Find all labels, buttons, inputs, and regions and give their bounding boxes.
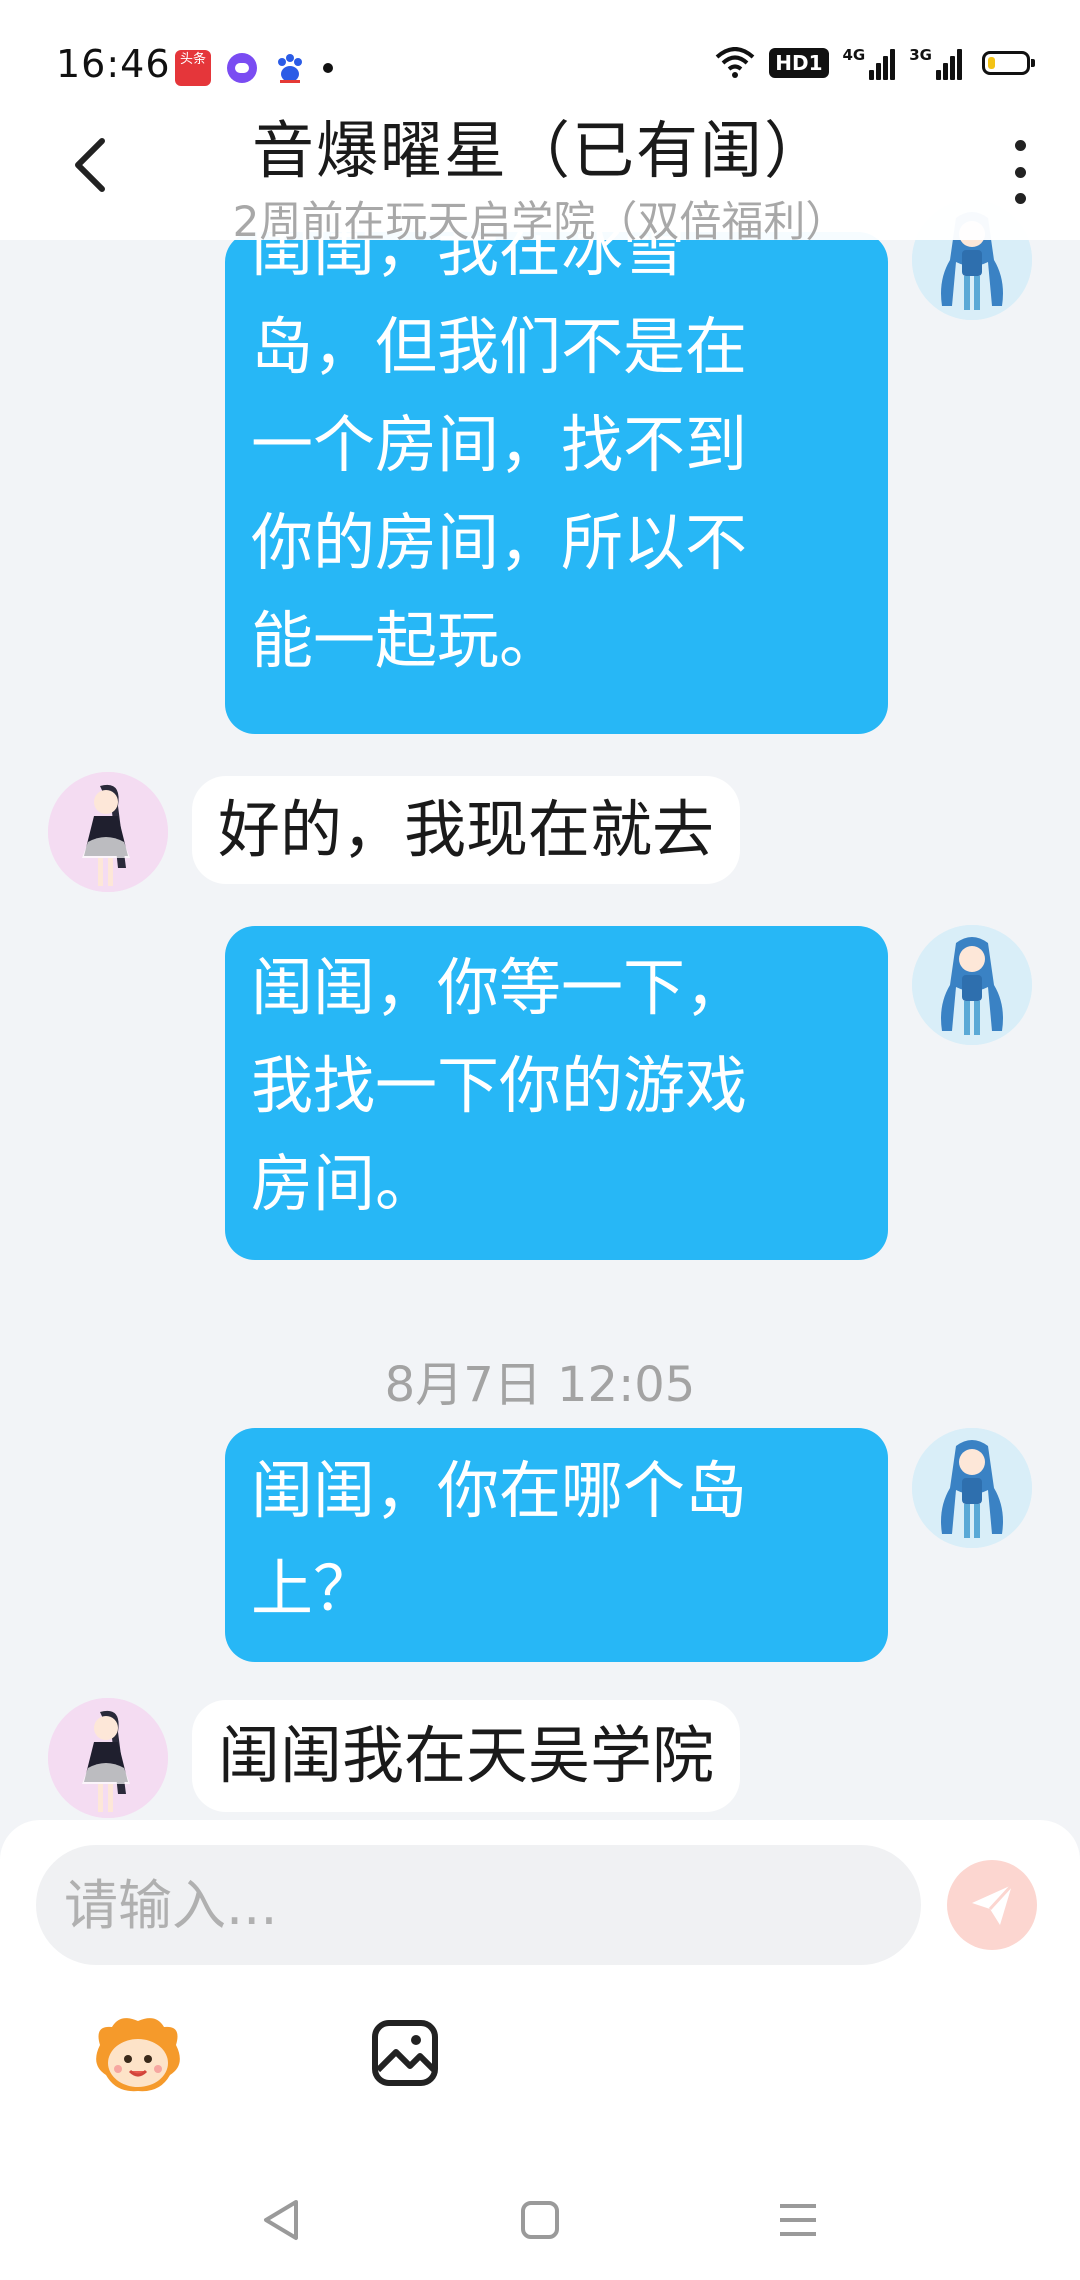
my-avatar[interactable] <box>912 1428 1032 1548</box>
chat-header: 音爆曜星（已有闺） 2周前在玩天启学院（双倍福利） <box>0 90 1080 246</box>
triangle-back-icon <box>264 2200 298 2240</box>
signal-3g-icon: 3G <box>909 46 962 80</box>
message-bubble-incoming[interactable]: 好的，我现在就去 <box>192 776 741 884</box>
nav-back-button[interactable] <box>250 2190 310 2250</box>
wifi-icon <box>715 47 755 78</box>
my-avatar[interactable] <box>912 925 1032 1045</box>
activity-status: 2周前在玩天启学院（双倍福利） <box>232 197 848 246</box>
chat-screen: 16:46 头条 HD1 4G 3G 闺闺，我在冰雪 岛，但我们不是在 一个房间… <box>0 0 1080 2280</box>
message-line: 房间。 <box>251 1147 438 1220</box>
more-notifications-dot <box>323 63 333 73</box>
nav-recents-button[interactable] <box>768 2190 828 2250</box>
emoji-mascot-icon <box>96 2018 180 2092</box>
nav-home-button[interactable] <box>510 2190 570 2250</box>
system-indicators: HD1 4G 3G <box>715 46 1035 80</box>
more-dot <box>1014 166 1026 178</box>
message-line: 闺闺，你等一下， <box>251 951 748 1024</box>
page-title[interactable]: 音爆曜星（已有闺） <box>0 100 1080 190</box>
status-time: 16:46 <box>56 42 171 86</box>
message-bubble-outgoing[interactable]: 闺闺，我在冰雪 岛，但我们不是在 一个房间，找不到 你的房间，所以不 能一起玩。 <box>225 212 888 734</box>
notification-icons: 头条 <box>175 50 333 86</box>
image-icon <box>372 2020 438 2086</box>
purple-chat-app-icon <box>227 53 257 83</box>
toutiao-app-icon: 头条 <box>175 50 211 86</box>
image-picker-button[interactable] <box>370 2018 440 2088</box>
more-dot <box>1014 140 1026 151</box>
message-timestamp: 8月7日 12:05 <box>384 1357 696 1413</box>
message-bubble-incoming[interactable]: 闺闺我在天吴学院 <box>192 1700 741 1812</box>
more-options-button[interactable] <box>1000 140 1040 204</box>
square-home-icon <box>521 2201 559 2239</box>
message-bubble-outgoing[interactable]: 闺闺，你在哪个岛 上？ <box>225 1428 888 1662</box>
contact-avatar[interactable] <box>48 1698 168 1818</box>
message-bubble-outgoing[interactable]: 闺闺，你等一下， 我找一下你的游戏 房间。 <box>225 926 888 1260</box>
battery-level <box>988 57 995 69</box>
system-navigation-bar <box>0 2160 1080 2280</box>
contact-avatar[interactable] <box>48 772 168 892</box>
more-dot <box>1014 193 1026 204</box>
message-line: 我找一下你的游戏 <box>251 1049 748 1122</box>
emoji-button[interactable] <box>90 2015 186 2095</box>
message-line: 闺闺，你在哪个岛 <box>251 1454 748 1527</box>
baidu-app-icon <box>273 51 307 85</box>
menu-lines-icon <box>780 2204 816 2236</box>
message-line: 你的房间，所以不 <box>251 506 748 579</box>
message-line: 一个房间，找不到 <box>251 408 748 481</box>
hd-voice-badge: HD1 <box>769 48 829 78</box>
message-input[interactable] <box>36 1845 921 1965</box>
message-line: 能一起玩。 <box>251 604 562 677</box>
battery-icon <box>982 51 1035 75</box>
message-line: 岛，但我们不是在 <box>251 310 748 383</box>
message-line: 上？ <box>251 1552 376 1625</box>
send-button[interactable] <box>947 1860 1037 1950</box>
signal-4g-icon: 4G <box>843 46 896 80</box>
send-icon <box>972 1883 1014 1925</box>
